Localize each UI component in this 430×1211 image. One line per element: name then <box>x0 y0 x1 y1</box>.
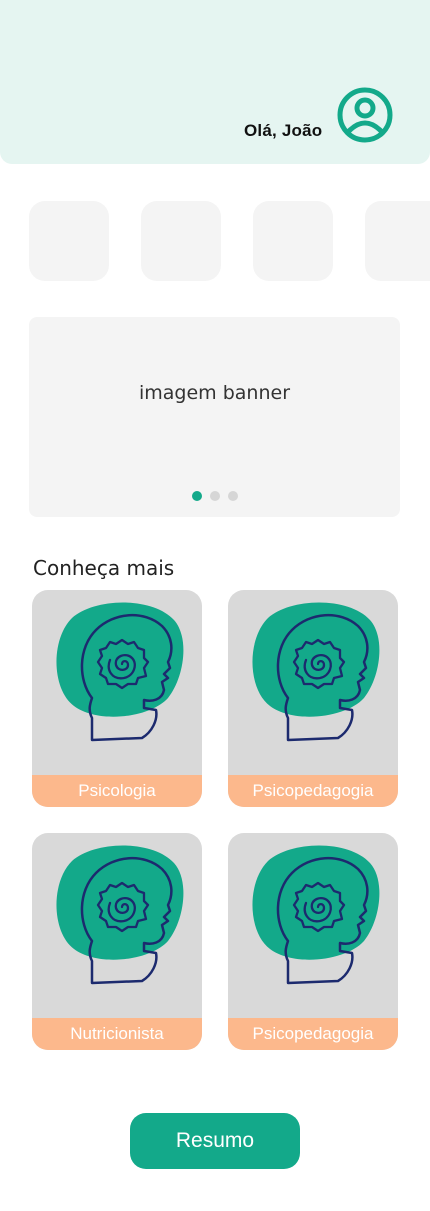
carousel-indicators <box>29 491 400 501</box>
card-label: Nutricionista <box>32 1018 202 1050</box>
banner-text: imagem banner <box>138 382 291 404</box>
card-label: Psicopedagogia <box>228 775 398 807</box>
user-circle-icon <box>337 87 393 143</box>
carousel-dot-2[interactable] <box>209 491 220 501</box>
card-label: Psicologia <box>32 775 202 807</box>
quick-action-2[interactable] <box>141 201 221 281</box>
resumo-button[interactable]: Resumo <box>130 1113 300 1169</box>
quick-action-4[interactable] <box>365 201 430 281</box>
card-psicopedagogia[interactable]: Psicopedagogia <box>228 590 398 807</box>
card-psicopedagogia-2[interactable]: Psicopedagogia <box>228 833 398 1050</box>
quick-action-1[interactable] <box>29 201 109 281</box>
quick-actions-row <box>0 201 430 281</box>
card-label: Psicopedagogia <box>228 1018 398 1050</box>
header: Olá, João <box>0 0 430 164</box>
profile-button[interactable] <box>336 86 394 144</box>
carousel-dot-1[interactable] <box>191 491 202 501</box>
card-psicologia[interactable]: Psicologia <box>32 590 202 807</box>
banner-carousel[interactable]: imagem banner <box>29 317 400 517</box>
carousel-dot-3[interactable] <box>227 491 238 501</box>
quick-action-3[interactable] <box>253 201 333 281</box>
greeting-text: Olá, João <box>244 121 323 140</box>
card-nutricionista[interactable]: Nutricionista <box>32 833 202 1050</box>
section-title: Conheça mais <box>33 556 175 580</box>
